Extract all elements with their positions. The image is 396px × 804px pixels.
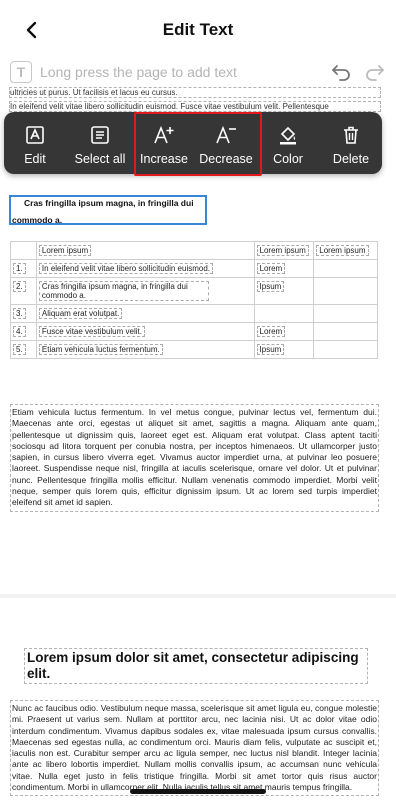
delete-label: Delete (332, 152, 370, 166)
table-cell[interactable]: Ipsum (253, 277, 315, 305)
cell-text: Lorem ipsum (38, 245, 92, 256)
table-cell[interactable]: 4. (10, 322, 37, 341)
text-block[interactable]: In eleifend velit vitae libero sollicitu… (9, 101, 381, 112)
table-cell (313, 322, 378, 341)
cell-text: Ipsum (256, 344, 285, 355)
undo-button[interactable] (330, 62, 352, 82)
table-cell (313, 277, 378, 305)
table-cell (10, 241, 37, 260)
redo-button[interactable] (364, 62, 386, 82)
color-fill-icon (280, 126, 296, 145)
cell-text: Aliquam erat volutpat. (38, 308, 123, 319)
select-all-icon (91, 126, 109, 144)
table-cell[interactable]: Cras fringilla ipsum magna, in fringilla… (35, 277, 255, 305)
table-header-row: Lorem ipsum Lorem ipsum Lorem ipsum (10, 241, 378, 260)
selected-text-line: commodo a. (12, 215, 63, 225)
hint-text: Long press the page to add text (40, 64, 237, 80)
cell-text: 1. (13, 263, 26, 274)
color-button[interactable]: Color (267, 112, 309, 174)
table-cell[interactable]: Etiam vehicula luctus fermentum. (35, 340, 255, 359)
table-row: 2. Cras fringilla ipsum magna, in fringi… (10, 277, 378, 305)
text-block[interactable]: ultricies ut purus. Ut facilisis et lacu… (9, 87, 381, 98)
document-table: Lorem ipsum Lorem ipsum Lorem ipsum 1. I… (10, 241, 378, 359)
table-cell (313, 259, 378, 278)
edit-text-icon (26, 126, 44, 144)
cell-text: In eleifend velit vitae libero sollicitu… (38, 263, 214, 274)
table-cell[interactable]: Aliquam erat volutpat. (35, 304, 255, 323)
delete-button[interactable]: Delete (329, 112, 373, 174)
cell-text: Lorem (256, 326, 286, 337)
cell-text: Ipsum (256, 281, 285, 292)
cell-text: 3. (13, 308, 26, 319)
highlight-box (134, 112, 262, 176)
trash-icon (344, 126, 358, 144)
select-all-label: Select all (74, 152, 126, 166)
table-cell[interactable]: Lorem (253, 259, 315, 278)
table-cell[interactable]: Lorem ipsum (35, 241, 255, 260)
cell-text: Etiam vehicula luctus fermentum. (38, 344, 163, 355)
cell-text: 2. (13, 281, 26, 292)
table-cell (253, 304, 315, 323)
add-text-icon[interactable]: T (10, 61, 32, 83)
table-row: 5. Etiam vehicula luctus fermentum. Ipsu… (10, 340, 378, 359)
table-row: 4. Fusce vitae vestibulum velit. Lorem (10, 322, 378, 341)
table-cell (313, 304, 378, 323)
cell-text: Lorem ipsum (316, 245, 369, 256)
heading-text-block[interactable]: Lorem ipsum dolor sit amet, consectetur … (24, 648, 368, 684)
redo-icon (366, 65, 384, 81)
table-cell[interactable]: Ipsum (253, 340, 315, 359)
table-cell (313, 340, 378, 359)
cell-text: Fusce vitae vestibulum velit. (38, 326, 145, 337)
table-row: 1. In eleifend velit vitae libero sollic… (10, 259, 378, 278)
table-cell[interactable]: Lorem (253, 322, 315, 341)
cell-text: 4. (13, 326, 26, 337)
page-title: Edit Text (162, 20, 234, 39)
table-cell[interactable]: 1. (10, 259, 37, 278)
table-cell[interactable]: 2. (10, 277, 37, 305)
table-cell[interactable]: In eleifend velit vitae libero sollicitu… (35, 259, 255, 278)
undo-icon (332, 65, 350, 81)
cell-text: Lorem ipsum (256, 245, 309, 256)
text-block[interactable]: Nunc ac faucibus odio. Vestibulum neque … (10, 700, 379, 797)
selected-text-line: Cras fringilla ipsum magna, in fringilla… (24, 198, 194, 208)
color-label: Color (273, 152, 303, 166)
select-all-button[interactable]: Select all (68, 112, 132, 174)
table-row: 3. Aliquam erat volutpat. (10, 304, 378, 323)
text-block[interactable]: Etiam vehicula luctus fermentum. In vel … (10, 404, 379, 512)
table-cell[interactable]: 3. (10, 304, 37, 323)
edit-label: Edit (24, 152, 46, 166)
cell-text: Cras fringilla ipsum magna, in fringilla… (38, 281, 209, 301)
table-cell[interactable]: Lorem ipsum (253, 241, 315, 260)
top-nav-bar: Edit Text (0, 0, 396, 58)
table-cell[interactable]: 5. (10, 340, 37, 359)
table-cell[interactable]: Fusce vitae vestibulum velit. (35, 322, 255, 341)
hint-bar: T Long press the page to add text (0, 58, 396, 86)
home-indicator (130, 789, 266, 794)
cell-text: Lorem (256, 263, 286, 274)
table-cell[interactable]: Lorem ipsum (313, 241, 378, 260)
cell-text: 5. (13, 344, 26, 355)
edit-button[interactable]: Edit (14, 112, 56, 174)
